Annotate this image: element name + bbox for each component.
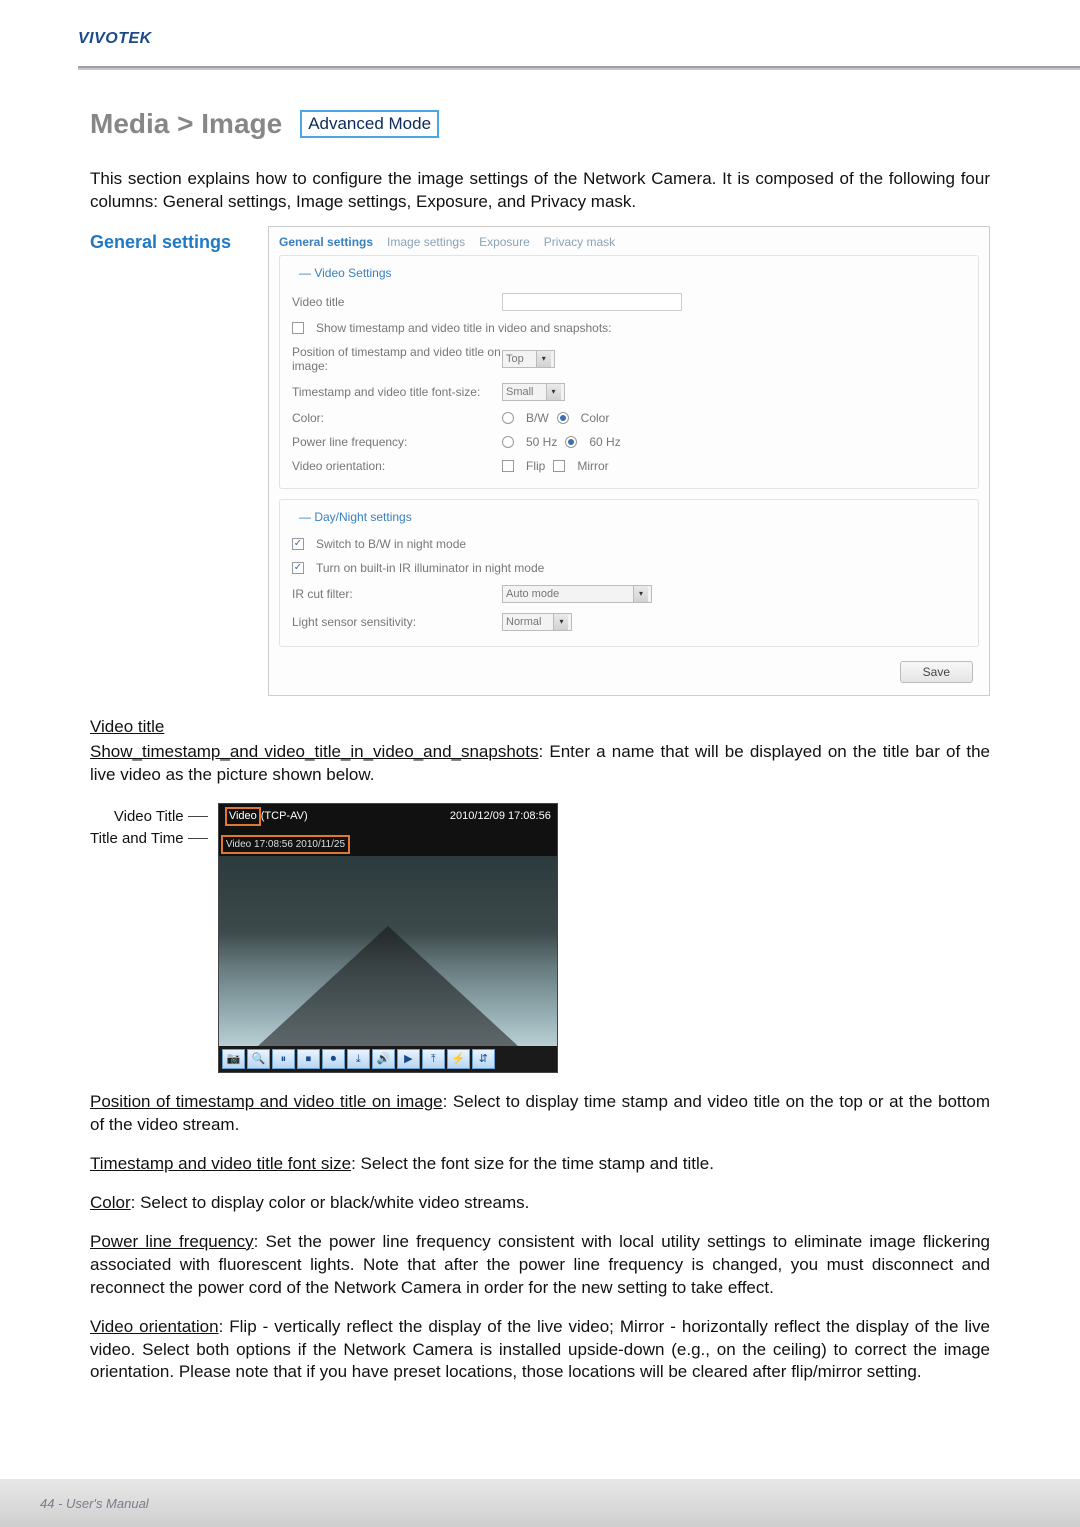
video-overlay-proto: (TCP-AV) (261, 810, 308, 822)
plf-50-text: 50 Hz (526, 435, 557, 449)
orientation-flip-text: Flip (526, 459, 545, 473)
zoom-icon[interactable]: 🔍 (247, 1049, 270, 1069)
video-settings-legend: — Video Settings (296, 266, 395, 280)
switch-bw-checkbox[interactable] (292, 538, 304, 550)
play-icon[interactable]: ▶ (397, 1049, 420, 1069)
ir-illum-label: Turn on built-in IR illuminator in night… (316, 561, 544, 575)
light-sensor-select[interactable]: Normal▾ (502, 613, 572, 631)
chevron-down-icon: ▾ (633, 586, 648, 602)
video-frame (219, 856, 557, 1046)
light-sensor-label: Light sensor sensitivity: (292, 615, 502, 629)
page-title: Media > Image (90, 108, 282, 140)
ircut-select[interactable]: Auto mode▾ (502, 585, 652, 603)
plf-60-radio[interactable] (565, 436, 577, 448)
upload-icon[interactable]: ⤒ (422, 1049, 445, 1069)
tab-general-settings[interactable]: General settings (279, 235, 373, 249)
video-overlay-title: Video (225, 807, 261, 826)
intro-text: This section explains how to configure t… (90, 168, 990, 214)
switch-bw-label: Switch to B/W in night mode (316, 537, 466, 551)
footer-text: 44 - User's Manual (40, 1496, 149, 1511)
plf-50-radio[interactable] (502, 436, 514, 448)
orientation-flip-checkbox[interactable] (502, 460, 514, 472)
video-preview: Video(TCP-AV) 2010/12/09 17:08:56 Video … (218, 803, 558, 1073)
tab-image-settings[interactable]: Image settings (387, 235, 465, 249)
video-overlay-datetime: 2010/12/09 17:08:56 (450, 809, 551, 824)
position-select[interactable]: Top▾ (502, 350, 555, 368)
pause-icon[interactable]: ⏸ (272, 1049, 295, 1069)
orientation-mirror-text: Mirror (577, 459, 608, 473)
chevron-down-icon: ▾ (553, 614, 568, 630)
plf-label: Power line frequency: (292, 435, 502, 449)
daynight-legend: — Day/Night settings (296, 510, 415, 524)
brand-label: VIVOTEK (78, 30, 1080, 48)
daynight-fieldset: — Day/Night settings Switch to B/W in ni… (279, 499, 979, 647)
ir-illum-checkbox[interactable] (292, 562, 304, 574)
chevron-down-icon: ▾ (536, 351, 551, 367)
orientation-mirror-checkbox[interactable] (553, 460, 565, 472)
video-title-input[interactable] (502, 293, 682, 311)
position-label: Position of timestamp and video title on… (292, 345, 502, 373)
save-button[interactable]: Save (900, 661, 973, 683)
color-label: Color: (292, 411, 502, 425)
h-plf: Power line frequency (90, 1232, 254, 1251)
font-size-label: Timestamp and video title font-size: (292, 385, 502, 399)
video-settings-fieldset: — Video Settings Video title Show timest… (279, 255, 979, 489)
plf-60-text: 60 Hz (589, 435, 620, 449)
stop-icon[interactable]: ⏹ (297, 1049, 320, 1069)
font-size-select[interactable]: Small▾ (502, 383, 565, 401)
h-font: Timestamp and video title font size (90, 1154, 351, 1173)
video-overlay-timestamp: Video 17:08:56 2010/11/25 (221, 835, 350, 855)
p-color: : Select to display color or black/white… (131, 1193, 530, 1212)
tab-exposure[interactable]: Exposure (479, 235, 530, 249)
chevron-down-icon: ▾ (546, 384, 561, 400)
h-position: Position of timestamp and video title on… (90, 1092, 443, 1111)
p-font: : Select the font size for the time stam… (351, 1154, 714, 1173)
divider-light (78, 68, 1080, 70)
video-toolbar: 📷 🔍 ⏸ ⏹ ⏺ ⤓ 🔊 ▶ ⤒ ⚡ ⇵ (219, 1046, 557, 1072)
fullscreen-icon[interactable]: ⇵ (472, 1049, 495, 1069)
h-orientation: Video orientation (90, 1317, 219, 1336)
h-video-title: Video title (90, 717, 164, 736)
flash-icon[interactable]: ⚡ (447, 1049, 470, 1069)
color-color-radio[interactable] (557, 412, 569, 424)
h-show-ts: Show_timestamp_and video_title_in_video_… (90, 742, 538, 761)
color-bw-radio[interactable] (502, 412, 514, 424)
tab-privacy-mask[interactable]: Privacy mask (544, 235, 615, 249)
show-timestamp-label: Show timestamp and video title in video … (316, 321, 612, 335)
download-icon[interactable]: ⤓ (347, 1049, 370, 1069)
section-heading: General settings (90, 226, 260, 696)
video-title-label: Video title (292, 295, 502, 309)
snapshot-icon[interactable]: 📷 (222, 1049, 245, 1069)
callout-title-time: Title and Time (90, 830, 184, 847)
volume-icon[interactable]: 🔊 (372, 1049, 395, 1069)
settings-panel: General settings Image settings Exposure… (268, 226, 990, 696)
color-color-text: Color (581, 411, 610, 425)
record-icon[interactable]: ⏺ (322, 1049, 345, 1069)
callout-video-title: Video Title (114, 808, 184, 825)
mode-badge: Advanced Mode (300, 110, 439, 138)
show-timestamp-checkbox[interactable] (292, 322, 304, 334)
ircut-label: IR cut filter: (292, 587, 502, 601)
h-color: Color (90, 1193, 131, 1212)
orientation-label: Video orientation: (292, 459, 502, 473)
color-bw-text: B/W (526, 411, 549, 425)
p-orientation: : Flip - vertically reflect the display … (90, 1317, 990, 1382)
page-footer: 44 - User's Manual (0, 1479, 1080, 1527)
